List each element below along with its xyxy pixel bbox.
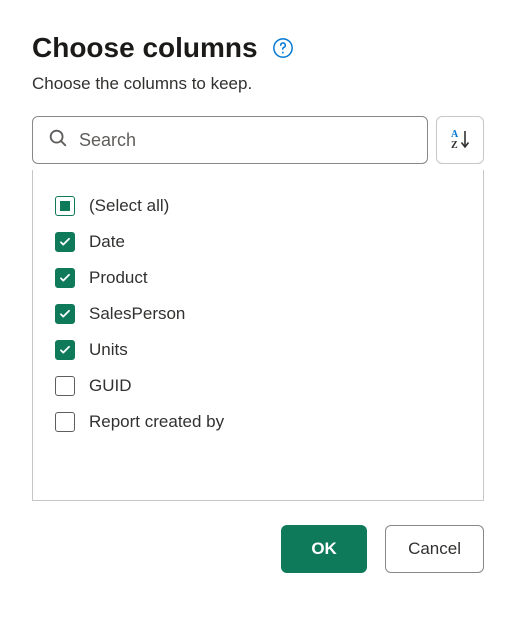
checkbox-checked-icon <box>55 304 75 324</box>
select-all-label: (Select all) <box>89 196 169 216</box>
checkbox-indeterminate-icon <box>55 196 75 216</box>
select-all-item[interactable]: (Select all) <box>55 188 461 224</box>
checkbox-unchecked-icon <box>55 376 75 396</box>
svg-text:A: A <box>451 129 459 140</box>
column-label: SalesPerson <box>89 304 185 324</box>
list-item[interactable]: Date <box>55 224 461 260</box>
checkbox-checked-icon <box>55 268 75 288</box>
sort-az-icon: A Z <box>448 127 472 154</box>
cancel-button[interactable]: Cancel <box>385 525 484 573</box>
help-icon[interactable] <box>272 37 294 59</box>
ok-button[interactable]: OK <box>281 525 367 573</box>
search-icon <box>47 127 69 154</box>
checkbox-unchecked-icon <box>55 412 75 432</box>
search-field[interactable] <box>32 116 428 164</box>
list-item[interactable]: Product <box>55 260 461 296</box>
checkbox-checked-icon <box>55 232 75 252</box>
column-list: (Select all) Date Product SalesPerson Units… <box>32 170 484 501</box>
svg-text:Z: Z <box>451 140 458 151</box>
column-label: Report created by <box>89 412 224 432</box>
page-title: Choose columns <box>32 32 258 64</box>
column-label: GUID <box>89 376 132 396</box>
sort-button[interactable]: A Z <box>436 116 484 164</box>
column-label: Date <box>89 232 125 252</box>
list-item[interactable]: Report created by <box>55 404 461 440</box>
list-item[interactable]: GUID <box>55 368 461 404</box>
checkbox-checked-icon <box>55 340 75 360</box>
column-label: Product <box>89 268 148 288</box>
column-label: Units <box>89 340 128 360</box>
page-subtitle: Choose the columns to keep. <box>32 74 484 94</box>
search-input[interactable] <box>79 130 413 151</box>
list-item[interactable]: SalesPerson <box>55 296 461 332</box>
list-item[interactable]: Units <box>55 332 461 368</box>
